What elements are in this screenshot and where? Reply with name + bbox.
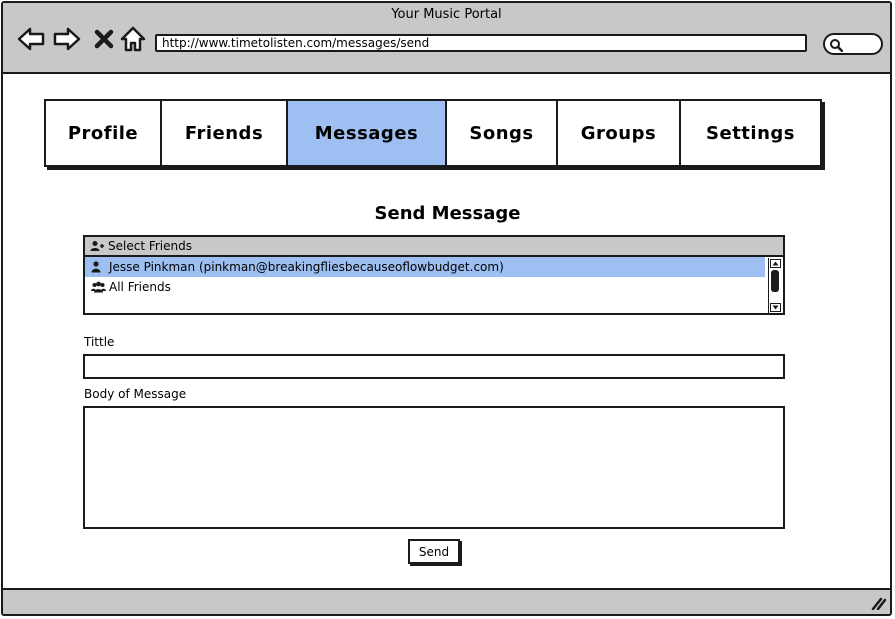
tab-settings[interactable]: Settings	[681, 101, 820, 165]
resize-grip-icon[interactable]	[870, 596, 886, 610]
scrollbar[interactable]	[768, 258, 782, 313]
user-icon	[91, 261, 109, 273]
list-item-label: Jesse Pinkman (pinkman@breakingfliesbeca…	[109, 260, 504, 274]
users-group-icon	[91, 281, 109, 293]
tab-label: Messages	[314, 122, 419, 144]
scroll-down-arrow-icon[interactable]	[770, 303, 781, 312]
search-icon	[830, 39, 843, 52]
tab-label: Profile	[67, 122, 139, 144]
send-button[interactable]: Send	[408, 539, 460, 564]
title-field[interactable]	[83, 354, 785, 379]
body-field-label: Body of Message	[84, 387, 187, 401]
list-item-label: All Friends	[109, 280, 171, 294]
arrow-right-icon[interactable]	[53, 25, 81, 53]
tab-groups[interactable]: Groups	[558, 101, 681, 165]
friend-select-list[interactable]: Select Friends Jesse Pinkman (pinkman@br…	[83, 235, 785, 315]
window-title: Your Music Portal	[391, 7, 502, 22]
main-nav-tabs: Profile Friends Messages Songs Groups Se…	[44, 99, 822, 167]
status-bar	[3, 588, 890, 614]
tab-label: Settings	[706, 122, 795, 144]
page-title: Send Message	[374, 203, 521, 224]
scroll-up-arrow-icon[interactable]	[770, 259, 781, 268]
tab-label: Friends	[184, 122, 264, 144]
tab-label: Groups	[580, 122, 657, 144]
list-item-all-friends[interactable]: All Friends	[85, 277, 765, 297]
tab-friends[interactable]: Friends	[162, 101, 288, 165]
list-item-jesse-pinkman[interactable]: Jesse Pinkman (pinkman@breakingfliesbeca…	[85, 257, 765, 277]
arrow-left-icon[interactable]	[17, 25, 45, 53]
scroll-thumb[interactable]	[771, 270, 779, 292]
home-icon[interactable]	[119, 25, 147, 53]
close-icon[interactable]	[91, 25, 119, 53]
friend-list-header: Select Friends	[85, 237, 783, 257]
tab-profile[interactable]: Profile	[46, 101, 162, 165]
add-user-icon	[90, 240, 108, 252]
search-field[interactable]	[823, 33, 883, 55]
tab-messages[interactable]: Messages	[288, 101, 447, 165]
tab-label: Songs	[469, 122, 534, 144]
tab-songs[interactable]: Songs	[447, 101, 558, 165]
friend-list-header-label: Select Friends	[108, 239, 192, 253]
message-body-field[interactable]	[83, 406, 785, 529]
title-field-label: Tittle	[84, 335, 115, 349]
title-bar: Your Music Portal http://www.timetoliste…	[3, 3, 890, 74]
address-bar[interactable]: http://www.timetolisten.com/messages/sen…	[155, 34, 807, 52]
